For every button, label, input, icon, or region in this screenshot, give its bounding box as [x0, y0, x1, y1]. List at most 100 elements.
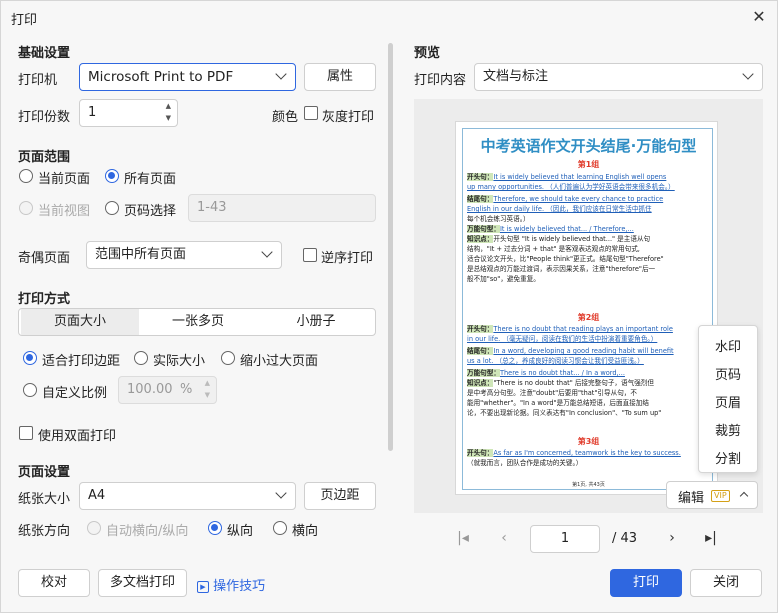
group-heading: 第3组 — [577, 437, 600, 446]
chevron-down-icon — [275, 487, 287, 499]
tab-page-size[interactable]: 页面大小 — [21, 309, 139, 335]
tab-booklet[interactable]: 小册子 — [257, 309, 375, 335]
landscape-radio[interactable] — [273, 521, 287, 535]
window-title: 打印 — [11, 13, 38, 28]
reverse-checkbox[interactable] — [303, 248, 317, 262]
actual-size-label: 实际大小 — [153, 354, 206, 369]
current-page-radio[interactable] — [19, 169, 33, 183]
menu-item-page-number[interactable]: 页码 — [699, 364, 757, 383]
line-text: 适合议论文开头，比"People think"更正式。结尾句型"Therefor… — [467, 255, 664, 263]
line-text: 结构，"It + 过去分词 + that" 是客观表达观点的常用句式, — [467, 245, 640, 253]
all-pages-label: 所有页面 — [124, 172, 177, 187]
close-icon[interactable]: ✕ — [745, 3, 773, 31]
line-text: 般不加"so"，避免重复。 — [467, 275, 540, 283]
next-page-icon[interactable]: › — [662, 530, 682, 546]
page-total: / 43 — [612, 531, 638, 546]
vip-badge: VIP — [711, 490, 730, 502]
custom-scale-radio[interactable] — [23, 383, 37, 397]
custom-scale-input[interactable]: 100.00 % ▲ ▼ — [118, 376, 217, 404]
edit-popup-menu: 水印 页码 页眉 裁剪 分割 — [698, 325, 758, 473]
copies-label: 打印份数 — [18, 110, 71, 125]
document-line: 结构，"It + 过去分词 + that" 是客观表达观点的常用句式, — [467, 245, 713, 253]
line-text: 每个机会练习英语。） — [467, 215, 530, 223]
menu-item-header[interactable]: 页眉 — [699, 392, 757, 411]
document-line: 是总结观点的万能过渡词，表示因果关系，注意"therefore"后一 — [467, 265, 713, 273]
properties-button[interactable]: 属性 — [304, 63, 376, 91]
page-setup-title: 页面设置 — [18, 465, 71, 480]
line-text: It is widely believed that... / Therefor… — [499, 225, 634, 233]
fit-margin-radio[interactable] — [23, 351, 37, 365]
proof-button[interactable]: 校对 — [18, 569, 90, 597]
page-number-input[interactable]: 1 — [530, 525, 600, 553]
menu-item-split[interactable]: 分割 — [699, 448, 757, 467]
menu-item-crop[interactable]: 裁剪 — [699, 420, 757, 439]
line-text: As far as I'm concerned, teamwork is the… — [493, 449, 681, 457]
document-line: 开头句：As far as I'm concerned, teamwork is… — [467, 449, 713, 457]
custom-scale-value: 100.00 — [127, 382, 173, 397]
tips-link[interactable]: ▶ 操作技巧 — [197, 575, 265, 594]
color-label: 颜色 — [272, 110, 299, 125]
document-line: 结尾句：Therefore, we should take every chan… — [467, 195, 713, 203]
reverse-label: 逆序打印 — [321, 251, 374, 266]
grayscale-checkbox[interactable] — [304, 106, 318, 120]
margin-button[interactable]: 页边距 — [304, 482, 376, 510]
document-line: 适合议论文开头，比"People think"更正式。结尾句型"Therefor… — [467, 255, 713, 263]
line-text: It is widely believed that learning Engl… — [493, 173, 667, 181]
preview-title: 预览 — [414, 46, 441, 61]
stepper-arrows-icon[interactable]: ▲ ▼ — [205, 377, 210, 401]
play-icon: ▶ — [197, 581, 209, 593]
current-view-label: 当前视图 — [38, 204, 91, 219]
edit-button[interactable]: 编辑 VIP — [666, 481, 758, 509]
title-bar: 打印 ✕ — [1, 1, 778, 33]
line-text: 论，不要出现新论据。同义表达有"In conclusion"、"To sum u… — [467, 409, 662, 417]
portrait-radio[interactable] — [208, 521, 222, 535]
print-content-select[interactable]: 文档与标注 — [474, 63, 763, 91]
tab-multi-page[interactable]: 一张多页 — [139, 309, 257, 335]
stepper-arrows-icon[interactable]: ▲ ▼ — [166, 100, 171, 124]
document-line: 结尾句：In a word, developing a good reading… — [467, 347, 713, 355]
shrink-large-radio[interactable] — [221, 351, 235, 365]
current-view-radio[interactable] — [19, 201, 33, 215]
portrait-label: 纵向 — [227, 524, 254, 539]
odd-even-value: 范围中所有页面 — [95, 247, 187, 262]
duplex-checkbox[interactable] — [19, 426, 33, 440]
document-line: us a lot. （总之，养成良好的阅读习惯会让我们受益匪浅。） — [467, 357, 713, 365]
odd-even-select[interactable]: 范围中所有页面 — [86, 241, 282, 269]
page-select-label: 页码选择 — [124, 204, 177, 219]
all-pages-radio[interactable] — [105, 169, 119, 183]
document-line: 开头句：It is widely believed that learning … — [467, 173, 713, 181]
page-select-radio[interactable] — [105, 201, 119, 215]
multi-doc-print-button[interactable]: 多文档打印 — [98, 569, 187, 597]
line-text: 是总结观点的万能过渡词，表示因果关系，注意"therefore"后一 — [467, 265, 656, 273]
auto-orientation-radio[interactable] — [87, 521, 101, 535]
tips-link-label: 操作技巧 — [213, 579, 266, 594]
chevron-down-icon — [742, 68, 754, 80]
auto-orientation-label: 自动横向/纵向 — [106, 524, 189, 539]
left-panel-scrollbar[interactable] — [388, 43, 393, 451]
chevron-down-icon — [275, 68, 287, 80]
page-select-input[interactable]: 1-43 — [188, 194, 376, 222]
prev-page-icon[interactable]: ‹ — [494, 530, 514, 546]
first-page-icon[interactable]: |◂ — [453, 530, 473, 546]
current-page-label: 当前页面 — [38, 172, 91, 187]
document-line: （就我而言，团队合作是成功的关键。） — [467, 459, 713, 467]
line-tag: 万能句型： — [467, 369, 500, 377]
document-line: 能用"whether"。"In a word"是万能总结短语，后面直接加结 — [467, 399, 713, 407]
grayscale-label: 灰度打印 — [322, 110, 375, 125]
last-page-icon[interactable]: ▸| — [701, 530, 721, 546]
printer-select[interactable]: Microsoft Print to PDF — [79, 63, 296, 91]
paper-size-select[interactable]: A4 — [79, 482, 296, 510]
menu-item-watermark[interactable]: 水印 — [699, 336, 757, 355]
line-tag: 万能句型： — [467, 225, 500, 233]
line-text: Therefore, we should take every chance t… — [493, 195, 664, 203]
copies-stepper[interactable]: 1 ▲ ▼ — [79, 99, 178, 127]
page-range-title: 页面范围 — [18, 150, 71, 165]
line-text: There is no doubt that... / In a word,..… — [499, 369, 625, 377]
printer-label: 打印机 — [18, 73, 58, 88]
print-button[interactable]: 打印 — [610, 569, 682, 597]
line-text: In a word, developing a good reading hab… — [493, 347, 674, 355]
line-tag: 开头句： — [467, 325, 494, 333]
actual-size-radio[interactable] — [134, 351, 148, 365]
close-button[interactable]: 关闭 — [690, 569, 762, 597]
document-line: 万能句型：There is no doubt that... / In a wo… — [467, 369, 713, 377]
